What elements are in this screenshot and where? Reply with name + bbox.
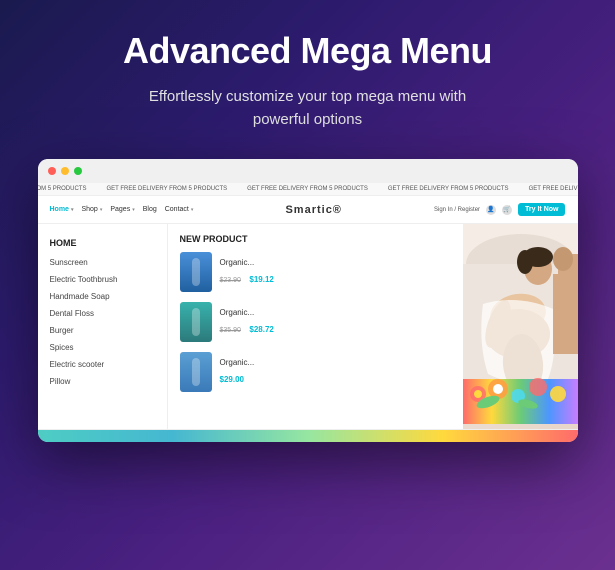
- sidebar-item-scooter[interactable]: Electric scooter: [38, 356, 167, 373]
- featured-person-svg: [463, 224, 578, 424]
- sidebar-item-floss[interactable]: Dental Floss: [38, 305, 167, 322]
- product-old-price-1: $23.90: [220, 277, 241, 284]
- product-old-price-2: $35.90: [220, 327, 241, 334]
- product-image-2: [180, 302, 212, 342]
- announcement-text-5: GET FREE DELIVERY FROM 5 PRODUCTS: [529, 186, 578, 192]
- product-item-3[interactable]: Organic... $29.00: [180, 352, 451, 392]
- sign-in-link[interactable]: Sign In / Register: [434, 207, 480, 213]
- nav-item-blog[interactable]: Blog: [143, 206, 157, 213]
- product-name-2: Organic...: [220, 308, 274, 317]
- products-title: NEW PRODUCT: [180, 234, 451, 244]
- chevron-icon: ▾: [100, 207, 103, 213]
- nav-item-shop[interactable]: Shop ▾: [81, 206, 102, 213]
- nav-item-home[interactable]: Home ▾: [50, 206, 74, 213]
- nav-left: Home ▾ Shop ▾ Pages ▾ Blog Contact ▾: [50, 206, 194, 213]
- sidebar-item-sunscreen[interactable]: Sunscreen: [38, 254, 167, 271]
- sidebar-item-spices[interactable]: Spices: [38, 339, 167, 356]
- announcement-bar: GET FREE DELIVERY FROM 5 PRODUCTS GET FR…: [38, 183, 578, 196]
- announcement-text-2: GET FREE DELIVERY FROM 5 PRODUCTS: [106, 186, 227, 192]
- announcement-text-1: GET FREE DELIVERY FROM 5 PRODUCTS: [38, 186, 87, 192]
- product-image-3: [180, 352, 212, 392]
- nav-item-pages[interactable]: Pages ▾: [110, 206, 134, 213]
- menu-products: NEW PRODUCT Organic... $23.90 $19.12: [168, 224, 463, 429]
- sidebar-item-toothbrush[interactable]: Electric Toothbrush: [38, 271, 167, 288]
- product-name-3: Organic...: [220, 358, 255, 367]
- product-pricing-1: $23.90 $19.12: [220, 269, 274, 287]
- bottom-strip: [38, 430, 578, 442]
- hero-subtitle: Effortlessly customize your top mega men…: [149, 86, 466, 131]
- chevron-icon: ▾: [132, 207, 135, 213]
- product-new-price-1: $19.12: [249, 275, 273, 284]
- cart-icon[interactable]: 🛒: [502, 205, 512, 215]
- site-logo: Smartic®: [285, 204, 341, 216]
- product-item-1[interactable]: Organic... $23.90 $19.12: [180, 252, 451, 292]
- sidebar-item-pillow[interactable]: Pillow: [38, 373, 167, 390]
- featured-image: [463, 224, 578, 429]
- product-img-shape: [192, 358, 200, 386]
- product-info-1: Organic... $23.90 $19.12: [220, 258, 274, 287]
- product-name-1: Organic...: [220, 258, 274, 267]
- main-nav: Home ▾ Shop ▾ Pages ▾ Blog Contact ▾ Sma…: [38, 196, 578, 224]
- menu-sidebar: HOME Sunscreen Electric Toothbrush Handm…: [38, 224, 168, 429]
- product-item-2[interactable]: Organic... $35.90 $28.72: [180, 302, 451, 342]
- chevron-icon: ▾: [191, 207, 194, 213]
- product-image-1: [180, 252, 212, 292]
- menu-featured-panel: [463, 224, 578, 429]
- browser-dot-yellow: [61, 167, 69, 175]
- announcement-text-3: GET FREE DELIVERY FROM 5 PRODUCTS: [247, 186, 368, 192]
- browser-mockup: GET FREE DELIVERY FROM 5 PRODUCTS GET FR…: [38, 159, 578, 442]
- product-info-2: Organic... $35.90 $28.72: [220, 308, 274, 337]
- product-img-shape: [192, 258, 200, 286]
- product-pricing-3: $29.00: [220, 369, 255, 387]
- mega-menu-panel: HOME Sunscreen Electric Toothbrush Handm…: [38, 224, 578, 430]
- product-img-shape: [192, 308, 200, 336]
- nav-item-contact[interactable]: Contact ▾: [165, 206, 194, 213]
- product-pricing-2: $35.90 $28.72: [220, 319, 274, 337]
- product-info-3: Organic... $29.00: [220, 358, 255, 387]
- product-new-price-2: $28.72: [249, 325, 273, 334]
- browser-chrome: [38, 159, 578, 183]
- sidebar-item-soap[interactable]: Handmade Soap: [38, 288, 167, 305]
- page-title: Advanced Mega Menu: [123, 30, 492, 72]
- try-button[interactable]: Try It Now: [518, 203, 565, 216]
- announcement-text-4: GET FREE DELIVERY FROM 5 PRODUCTS: [388, 186, 509, 192]
- user-icon[interactable]: 👤: [486, 205, 496, 215]
- sidebar-title: HOME: [38, 234, 167, 254]
- sidebar-item-burger[interactable]: Burger: [38, 322, 167, 339]
- nav-right: Sign In / Register 👤 🛒 Try It Now: [434, 203, 565, 216]
- chevron-icon: ▾: [71, 207, 74, 213]
- product-new-price-3: $29.00: [220, 375, 244, 384]
- browser-dot-green: [74, 167, 82, 175]
- browser-dot-red: [48, 167, 56, 175]
